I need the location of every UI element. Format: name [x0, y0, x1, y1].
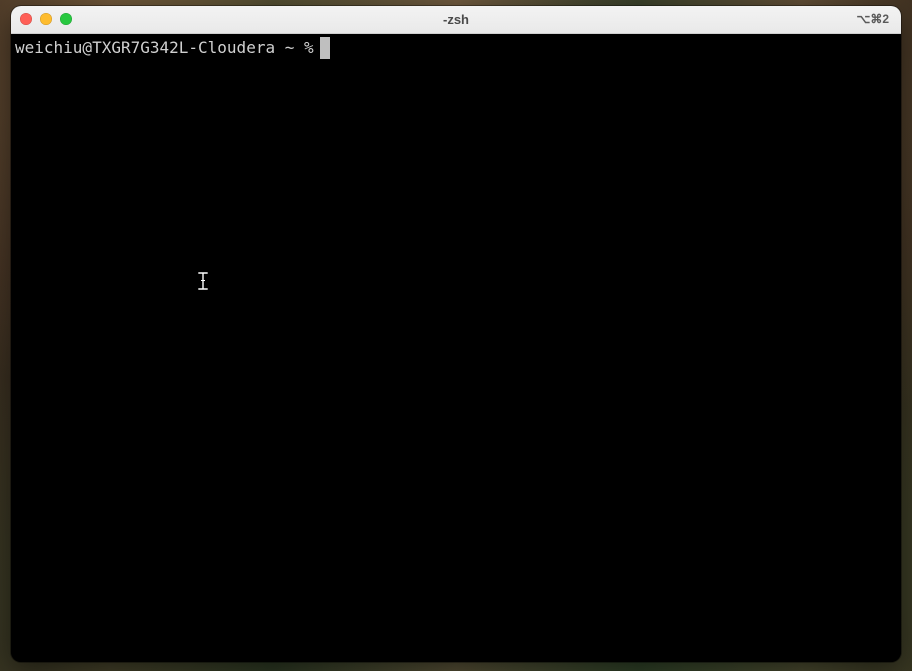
close-button[interactable]: [20, 13, 32, 25]
zoom-button[interactable]: [60, 13, 72, 25]
terminal-content[interactable]: weichiu@TXGR7G342L-Cloudera ~ %: [11, 34, 901, 662]
shell-prompt: weichiu@TXGR7G342L-Cloudera ~ %: [15, 38, 314, 57]
window-title: -zsh: [443, 12, 469, 27]
prompt-line: weichiu@TXGR7G342L-Cloudera ~ %: [15, 36, 897, 60]
window-controls: [20, 13, 72, 25]
text-cursor: [319, 37, 330, 59]
window-shortcut: ⌥⌘2: [856, 12, 889, 26]
ibeam-cursor-icon: [197, 272, 209, 290]
terminal-window: -zsh ⌥⌘2 weichiu@TXGR7G342L-Cloudera ~ %: [11, 6, 901, 662]
minimize-button[interactable]: [40, 13, 52, 25]
title-bar[interactable]: -zsh ⌥⌘2: [11, 6, 901, 34]
